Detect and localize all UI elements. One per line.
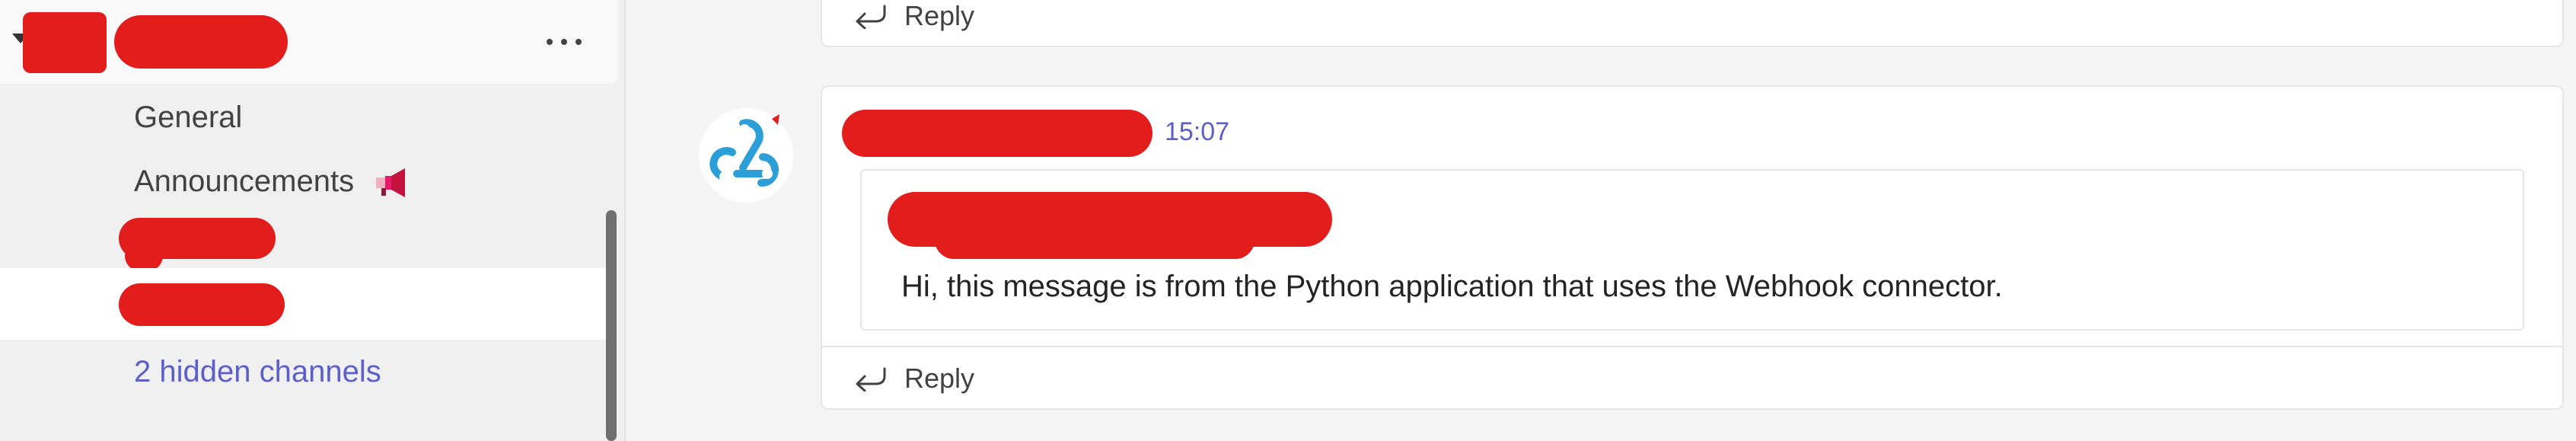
- megaphone-icon: [376, 168, 406, 198]
- redacted-team-avatar: [23, 12, 107, 73]
- hidden-channels-link[interactable]: 2 hidden channels: [134, 355, 381, 389]
- selected-channel-row[interactable]: [0, 268, 606, 340]
- channel-announcements-label: Announcements: [134, 165, 355, 198]
- message-timestamp: 15:07: [1165, 117, 1230, 146]
- redacted-team-name: [114, 15, 288, 69]
- reply-label: Reply: [904, 0, 975, 31]
- channel-sidebar: General Announcements 2 hidden channels: [0, 0, 626, 441]
- channel-general[interactable]: General: [134, 101, 242, 135]
- redacted-selected-channel: [119, 283, 285, 326]
- redacted-channel-dot: [125, 241, 163, 271]
- redacted-sender-name: [842, 110, 1153, 157]
- reply-button[interactable]: Reply: [854, 0, 974, 32]
- more-options-icon[interactable]: [547, 30, 582, 53]
- webhook-icon: [699, 108, 793, 203]
- reply-divider: [822, 346, 2562, 347]
- team-header[interactable]: [0, 0, 618, 84]
- previous-message-card: Reply: [821, 0, 2564, 47]
- reply-arrow-icon: [856, 5, 886, 29]
- reply-button[interactable]: Reply: [854, 363, 974, 395]
- connector-card: Hi, this message is from the Python appl…: [860, 169, 2524, 331]
- redacted-card-title-tail: [935, 221, 1255, 259]
- channel-announcements[interactable]: Announcements: [134, 165, 410, 199]
- reply-arrow-icon: [856, 367, 886, 391]
- message-body: Hi, this message is from the Python appl…: [901, 270, 2003, 303]
- reply-label: Reply: [904, 363, 975, 394]
- sidebar-scrollbar[interactable]: [606, 210, 617, 441]
